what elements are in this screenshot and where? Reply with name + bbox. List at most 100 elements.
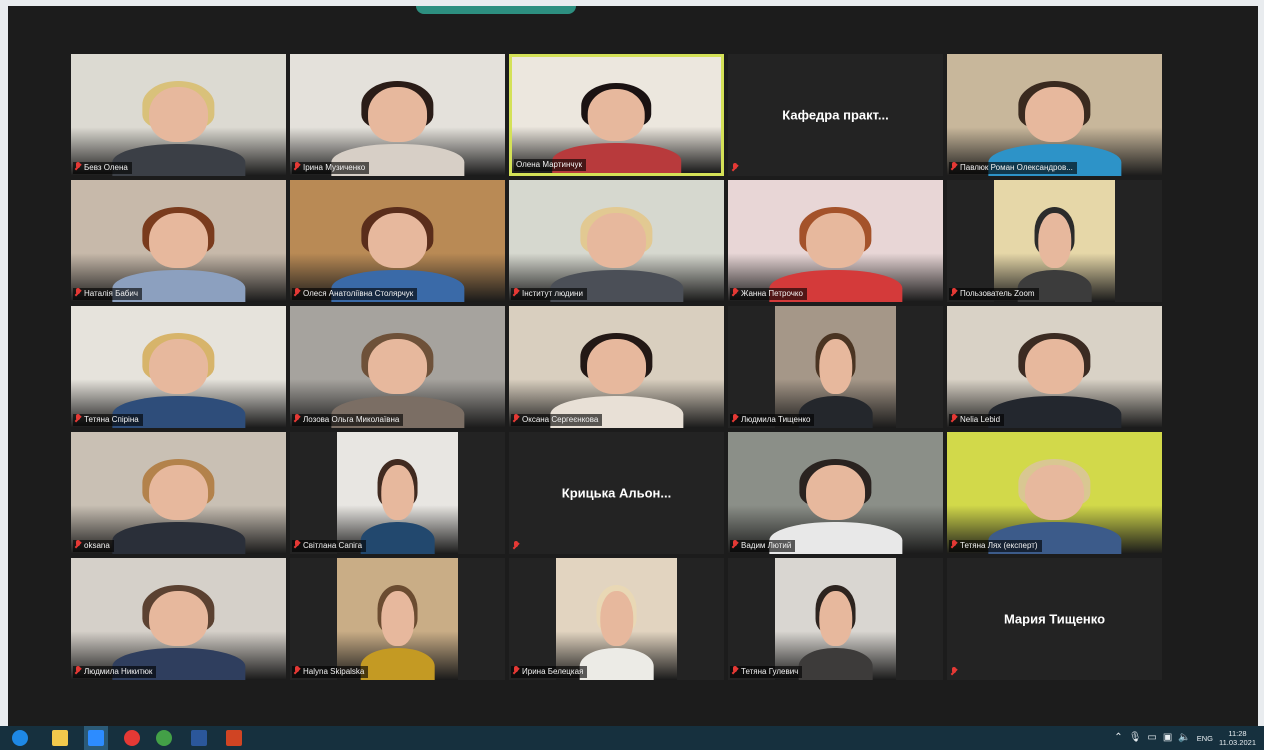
muted-mic-icon — [75, 414, 81, 423]
participant-silhouette — [579, 585, 654, 680]
muted-mic-icon — [951, 667, 957, 676]
participant-tile[interactable]: Ирина Белецкая — [509, 558, 724, 680]
language-indicator[interactable]: ENG — [1197, 734, 1213, 743]
show-hidden-icons-icon[interactable]: ⌃ — [1114, 726, 1122, 750]
participant-name-label: Тетяна Спіріна — [73, 414, 143, 426]
opera-icon[interactable] — [124, 730, 140, 746]
participant-name-label: Halyna Skipalska — [292, 666, 369, 678]
participant-name-label: Олена Мартинчук — [514, 159, 587, 171]
windows-taskbar: ⌃ 🎙 ▭ ▣ 🔈 ENG 11:28 11.03.2021 — [0, 726, 1264, 750]
participant-video — [71, 54, 286, 176]
muted-mic-icon — [294, 666, 300, 675]
file-explorer-icon[interactable] — [52, 730, 68, 746]
participant-tile[interactable]: Інститут людини — [509, 180, 724, 302]
participant-tile[interactable]: Олена Мартинчук — [509, 54, 724, 176]
system-tray: ⌃ 🎙 ▭ ▣ 🔈 ENG 11:28 11.03.2021 — [1114, 726, 1256, 750]
display-icon[interactable]: ▣ — [1163, 726, 1172, 750]
participant-video — [775, 306, 896, 428]
participant-name-label: Бевз Олена — [73, 162, 132, 174]
participant-name-label: Вадим Лютий — [730, 540, 796, 552]
participant-name: Nelia Lebid — [960, 415, 1001, 424]
participant-tile[interactable]: Бевз Олена — [71, 54, 286, 176]
participant-video — [556, 558, 677, 680]
participant-video — [947, 54, 1162, 176]
participant-video — [290, 180, 505, 302]
participant-name: Павлюк Роман Олександров... — [960, 163, 1073, 172]
participant-video — [337, 558, 458, 680]
muted-mic-icon — [732, 414, 738, 423]
participant-name: Ирина Белецкая — [522, 667, 584, 676]
network-icon[interactable]: ▭ — [1147, 726, 1156, 750]
powerpoint-icon[interactable] — [226, 730, 242, 746]
participant-tile[interactable]: Крицька Альон... — [509, 432, 724, 554]
participant-name: Людмила Никитюк — [84, 667, 153, 676]
participant-tile[interactable]: Павлюк Роман Олександров... — [947, 54, 1162, 176]
participant-name: Людмила Тищенко — [741, 415, 811, 424]
participant-tile[interactable]: Олеся Анатоліївна Столярчук — [290, 180, 505, 302]
participant-tile[interactable]: Тетяна Спіріна — [71, 306, 286, 428]
participant-tile[interactable]: Кафедра практ... — [728, 54, 943, 176]
participant-tile[interactable]: Людмила Тищенко — [728, 306, 943, 428]
participant-tile[interactable]: Наталія Бабич — [71, 180, 286, 302]
participant-video — [290, 306, 505, 428]
participant-display-name: Мария Тищенко — [1003, 611, 1106, 627]
participant-name-label: Nelia Lebid — [949, 414, 1005, 426]
muted-mic-icon — [732, 163, 738, 172]
clock[interactable]: 11:28 11.03.2021 — [1219, 729, 1256, 747]
participant-tile[interactable]: Вадим Лютий — [728, 432, 943, 554]
participant-name-label: Жанна Петрочко — [730, 288, 807, 300]
volume-icon[interactable]: 🔈 — [1178, 726, 1190, 750]
participant-name-label: Людмила Никитюк — [73, 666, 157, 678]
top-floating-tab[interactable] — [416, 6, 576, 14]
edge-icon[interactable] — [12, 730, 28, 746]
participant-grid: Бевз Олена Ірина Музиченко Олена Мартинчук… — [71, 54, 1162, 680]
zoom-icon[interactable] — [88, 730, 104, 746]
participant-tile[interactable]: Halyna Skipalska — [290, 558, 505, 680]
participant-name: Світлана Сапіга — [303, 541, 363, 550]
participant-name-label: oksana — [73, 540, 114, 552]
participant-name-label: Ирина Белецкая — [511, 666, 588, 678]
participant-tile[interactable]: Тетяна Лях (експерт) — [947, 432, 1162, 554]
participant-video — [728, 432, 943, 554]
muted-mic-icon — [513, 414, 519, 423]
participant-video — [71, 432, 286, 554]
participant-tile[interactable]: Ірина Музиченко — [290, 54, 505, 176]
participant-tile[interactable]: Людмила Никитюк — [71, 558, 286, 680]
participant-tile[interactable]: oksana — [71, 432, 286, 554]
participant-video — [512, 57, 721, 173]
muted-mic-icon — [951, 162, 957, 171]
microphone-icon[interactable]: 🎙 — [1129, 726, 1142, 750]
participant-name: Ірина Музиченко — [303, 163, 366, 172]
participant-name: Олена Мартинчук — [516, 160, 583, 169]
participant-name-label: Наталія Бабич — [73, 288, 142, 300]
participant-silhouette — [798, 585, 873, 680]
zoom-window: Бевз Олена Ірина Музиченко Олена Мартинчук… — [8, 6, 1258, 726]
participant-video — [775, 558, 896, 680]
muted-mic-icon — [75, 540, 81, 549]
participant-video — [947, 306, 1162, 428]
participant-display-name: Кафедра практ... — [782, 107, 889, 123]
participant-name: Halyna Skipalska — [303, 667, 365, 676]
participant-name: Інститут людини — [522, 289, 583, 298]
participant-tile[interactable]: Жанна Петрочко — [728, 180, 943, 302]
participant-silhouette — [987, 333, 1122, 428]
muted-mic-icon — [294, 540, 300, 549]
participant-tile[interactable]: Nelia Lebid — [947, 306, 1162, 428]
chrome-icon[interactable] — [156, 730, 172, 746]
word-icon[interactable] — [191, 730, 207, 746]
muted-mic-icon — [75, 666, 81, 675]
participant-tile[interactable]: Світлана Сапіга — [290, 432, 505, 554]
participant-tile[interactable]: Лозова Ольга Миколаївна — [290, 306, 505, 428]
participant-name-label: Людмила Тищенко — [730, 414, 815, 426]
participant-tile[interactable]: Мария Тищенко — [947, 558, 1162, 680]
muted-mic-icon — [732, 288, 738, 297]
participant-tile[interactable]: Тетяна Гулевич — [728, 558, 943, 680]
muted-mic-icon — [294, 414, 300, 423]
muted-mic-icon — [513, 288, 519, 297]
participant-name: Оксана Сергеєнкова — [522, 415, 599, 424]
participant-tile[interactable]: Оксана Сергеєнкова — [509, 306, 724, 428]
participant-video — [71, 180, 286, 302]
muted-mic-icon — [732, 540, 738, 549]
participant-name-label: Павлюк Роман Олександров... — [949, 162, 1077, 174]
participant-tile[interactable]: Пользователь Zoom — [947, 180, 1162, 302]
